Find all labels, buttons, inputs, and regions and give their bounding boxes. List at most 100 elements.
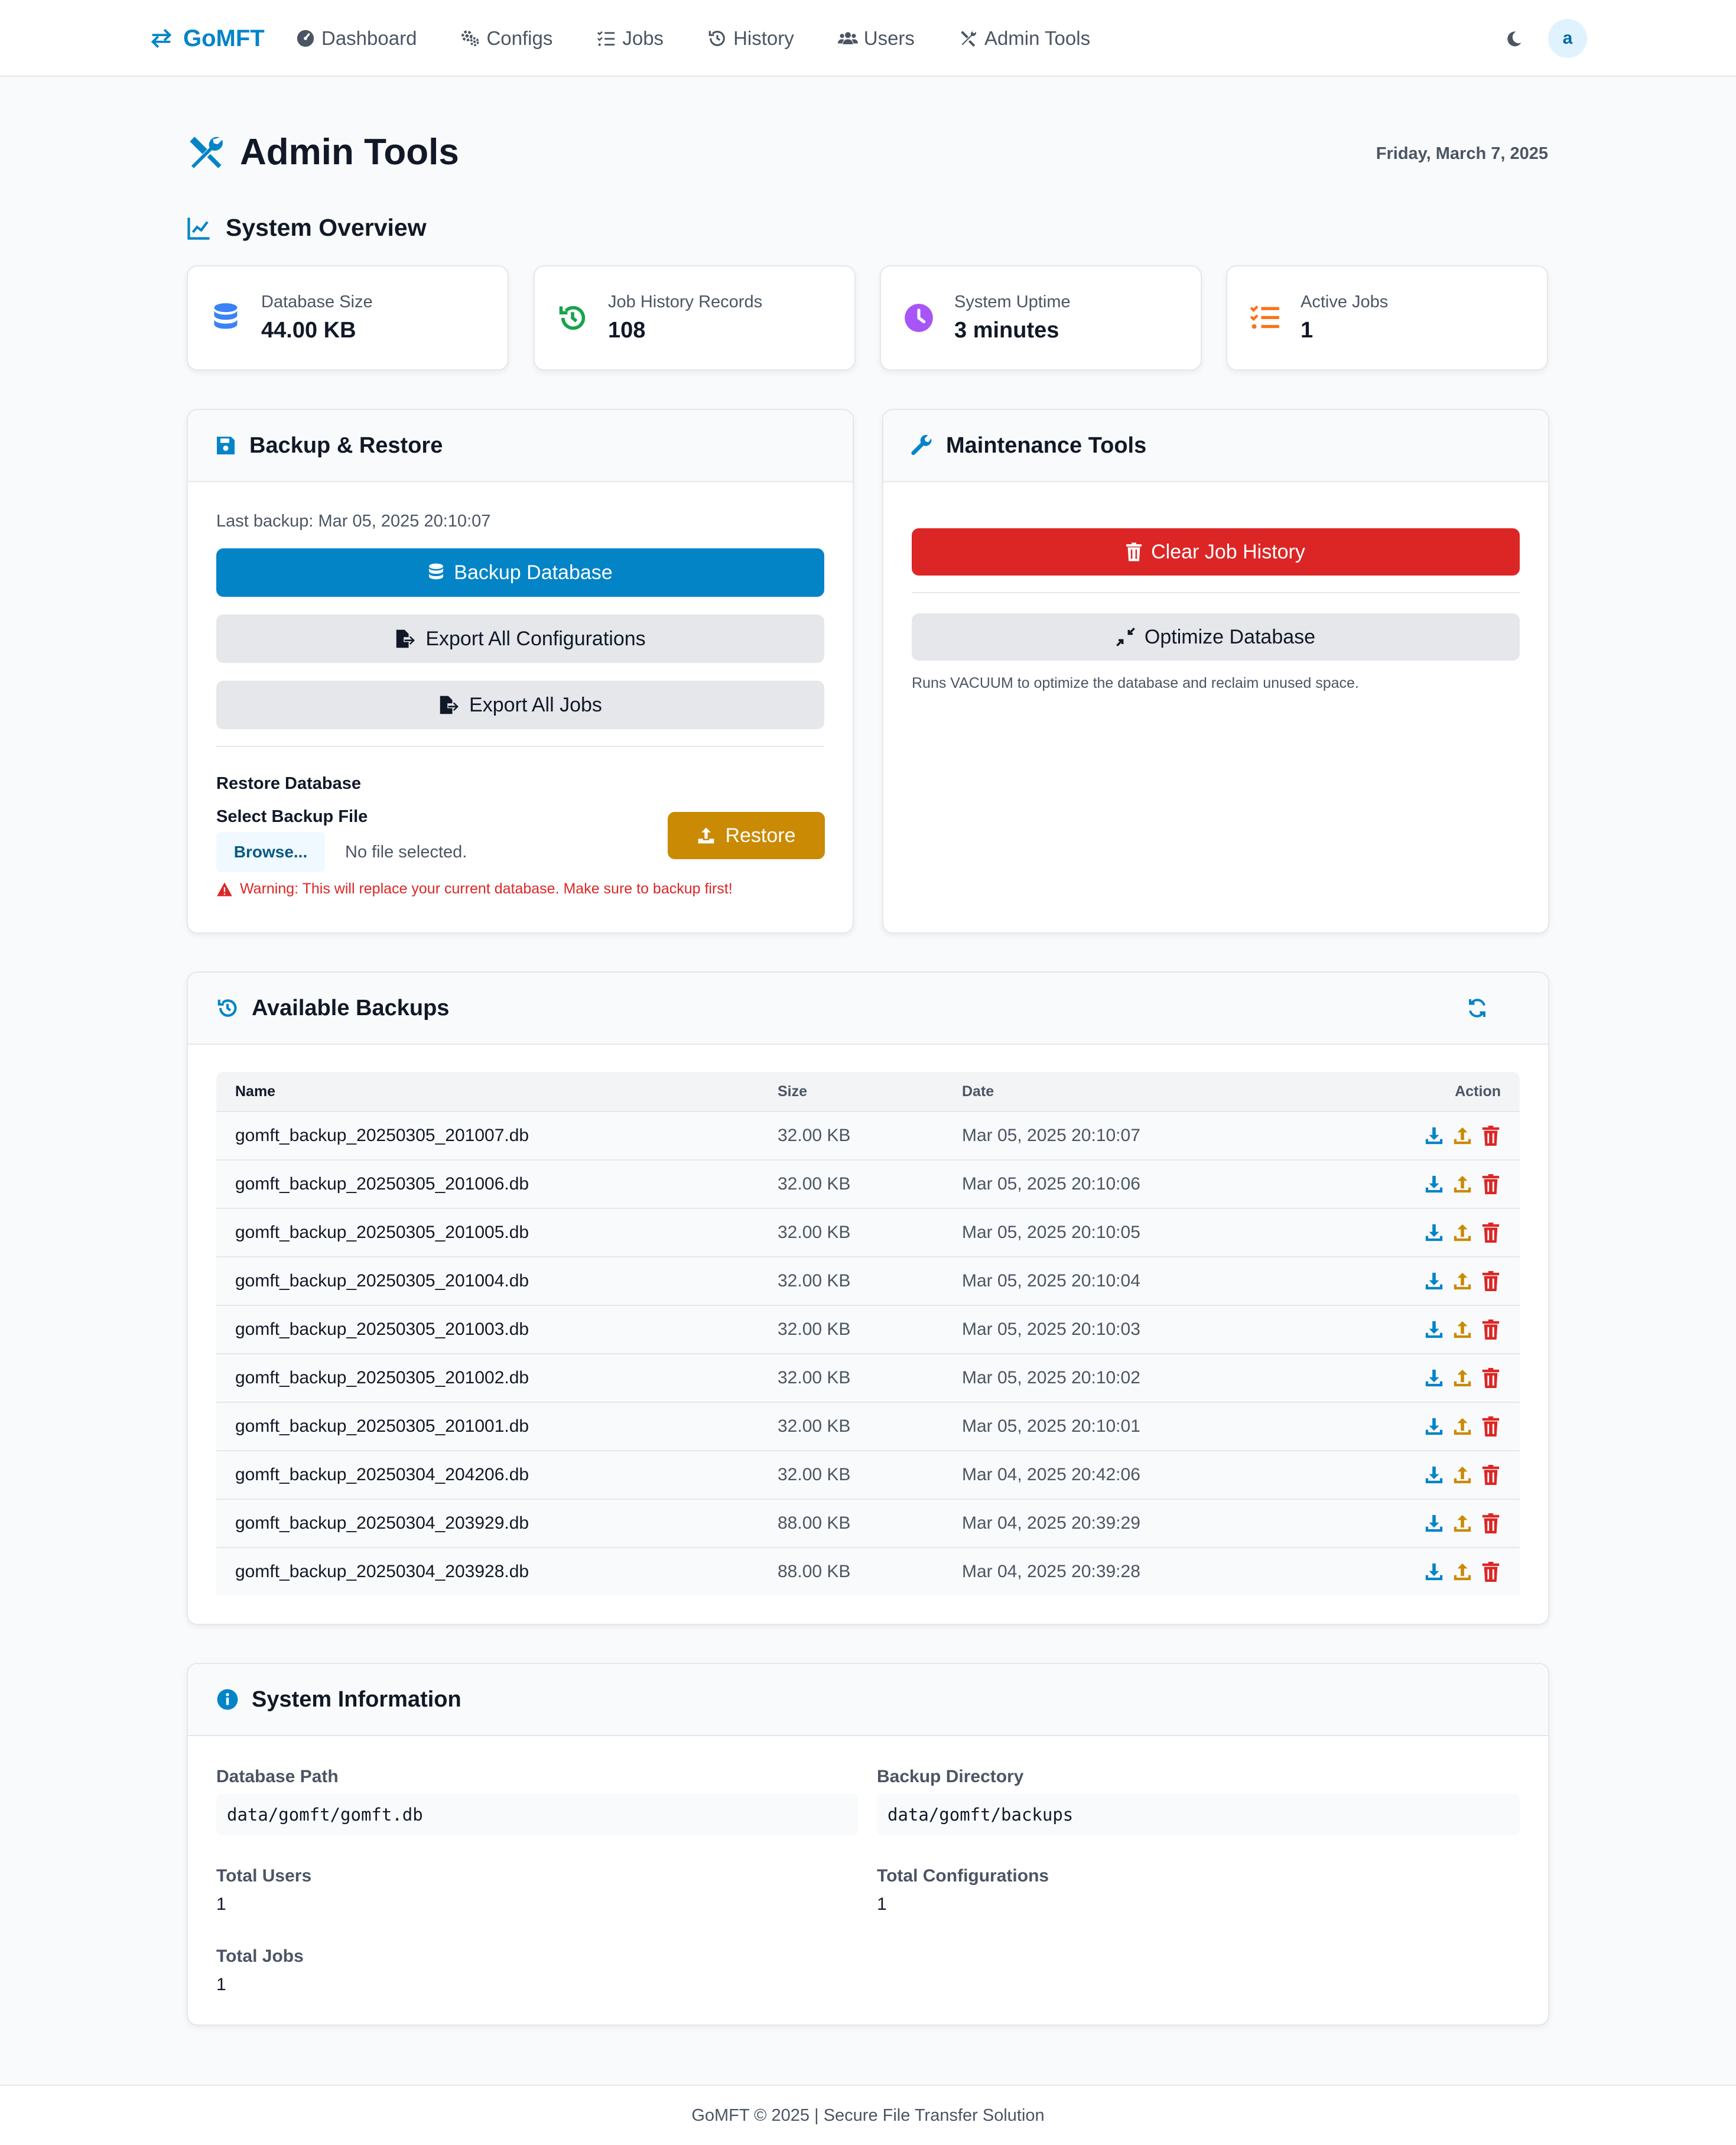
floppy-disk-icon [217,437,235,454]
backup-date: Mar 05, 2025 20:10:03 [962,1320,1140,1339]
stat-card-system-uptime: System Uptime 3 minutes [880,265,1202,370]
nav-history[interactable]: History [707,27,794,50]
download-icon[interactable] [1424,1416,1444,1436]
restore-upload-icon[interactable] [1452,1416,1472,1436]
row-actions [1376,1513,1520,1533]
trash-icon[interactable] [1481,1513,1501,1533]
table-row: gomft_backup_20250305_201002.db 32.00 KB M… [216,1353,1520,1402]
page-title: Admin Tools [240,132,459,173]
backup-dir-label: Backup Directory [877,1767,1024,1786]
download-icon[interactable] [1424,1465,1444,1485]
trash-icon[interactable] [1481,1223,1501,1243]
file-export-icon [440,696,459,714]
trash-icon[interactable] [1481,1320,1501,1340]
database-icon [429,563,444,580]
restore-upload-icon[interactable] [1452,1271,1472,1291]
brand-name: GoMFT [183,25,265,51]
nav-users[interactable]: Users [837,27,915,50]
total-users-value: 1 [216,1894,226,1914]
backup-database-button[interactable]: Backup Database [216,548,824,597]
stat-card-job-history: Job History Records 108 [534,265,856,370]
chart-line-icon [187,217,210,240]
download-icon[interactable] [1424,1174,1444,1194]
browse-button[interactable]: Browse... [216,832,325,872]
backup-size: 32.00 KB [778,1320,851,1339]
nav-configs[interactable]: Configs [460,27,552,50]
restore-button[interactable]: Restore [668,812,825,859]
clock-icon [905,304,933,332]
info-circle-icon [217,1689,238,1710]
download-icon[interactable] [1424,1223,1444,1243]
clear-job-history-button[interactable]: Clear Job History [912,528,1520,576]
trash-icon[interactable] [1481,1562,1501,1582]
export-configurations-button[interactable]: Export All Configurations [216,615,824,663]
stat-card-database-size: Database Size 44.00 KB [187,265,509,370]
trash-icon[interactable] [1481,1271,1501,1291]
total-jobs-value: 1 [216,1975,226,1994]
backup-size: 32.00 KB [778,1223,851,1242]
last-backup-text: Last backup: Mar 05, 2025 20:10:07 [216,512,491,531]
restore-upload-icon[interactable] [1452,1513,1472,1533]
backup-name: gomft_backup_20250304_204206.db [235,1465,529,1484]
table-row: gomft_backup_20250304_203929.db 88.00 KB M… [216,1499,1520,1547]
refresh-icon [1469,999,1485,1018]
total-jobs-label: Total Jobs [216,1946,304,1966]
download-icon[interactable] [1424,1562,1444,1582]
stat-value: 3 minutes [954,318,1059,343]
restore-upload-icon[interactable] [1452,1368,1472,1388]
backup-name: gomft_backup_20250305_201004.db [235,1271,529,1291]
backup-size: 32.00 KB [778,1416,851,1436]
list-check-icon [1250,305,1279,329]
refresh-button[interactable] [1467,997,1489,1020]
nav-dashboard[interactable]: Dashboard [295,27,417,50]
restore-upload-icon[interactable] [1452,1320,1472,1340]
download-icon[interactable] [1424,1368,1444,1388]
backup-name: gomft_backup_20250305_201002.db [235,1368,529,1387]
download-icon[interactable] [1424,1126,1444,1146]
optimize-database-button[interactable]: Optimize Database [912,613,1520,661]
history-icon [217,999,237,1017]
transfer-arrows-icon [151,28,172,48]
database-icon [214,303,238,329]
backup-size: 32.00 KB [778,1465,851,1484]
restore-upload-icon[interactable] [1452,1465,1472,1485]
download-icon[interactable] [1424,1320,1444,1340]
trash-icon[interactable] [1481,1465,1501,1485]
nav-jobs[interactable]: Jobs [596,27,664,50]
restore-upload-icon[interactable] [1452,1126,1472,1146]
panel-header: System Information [188,1664,1548,1736]
row-actions [1376,1223,1520,1243]
download-icon[interactable] [1424,1271,1444,1291]
backup-name: gomft_backup_20250305_201005.db [235,1223,529,1242]
export-jobs-button[interactable]: Export All Jobs [216,681,824,729]
nav-admin-tools[interactable]: Admin Tools [958,27,1090,50]
trash-icon[interactable] [1481,1174,1501,1194]
trash-icon [1126,542,1142,561]
trash-icon[interactable] [1481,1368,1501,1388]
row-actions [1376,1465,1520,1485]
total-configs-value: 1 [877,1894,887,1914]
stat-label: System Uptime [954,292,1071,311]
gauge-icon [297,30,314,47]
brand-logo[interactable]: GoMFT [148,21,265,56]
list-check-icon [597,31,615,46]
table-row: gomft_backup_20250304_204206.db 32.00 KB M… [216,1450,1520,1499]
nav-links: Dashboard Configs Jobs History Users Adm… [295,21,1134,56]
restore-upload-icon[interactable] [1452,1562,1472,1582]
navbar: GoMFT Dashboard Configs Jobs History Use… [0,0,1736,77]
avatar[interactable]: a [1548,19,1587,58]
backup-date: Mar 05, 2025 20:10:01 [962,1416,1140,1436]
restore-upload-icon[interactable] [1452,1223,1472,1243]
restore-upload-icon[interactable] [1452,1174,1472,1194]
table-row: gomft_backup_20250305_201007.db 32.00 KB M… [216,1111,1520,1159]
stat-label: Database Size [261,292,373,311]
tools-icon [190,136,223,168]
download-icon[interactable] [1424,1513,1444,1533]
panel-header: Backup & Restore [188,410,853,482]
trash-icon[interactable] [1481,1126,1501,1146]
footer-text: GoMFT © 2025 | Secure File Transfer Solu… [691,2105,1045,2125]
warning-triangle-icon [217,882,232,896]
trash-icon[interactable] [1481,1416,1501,1436]
wrench-icon [911,435,932,456]
theme-toggle-button[interactable] [1501,26,1527,52]
